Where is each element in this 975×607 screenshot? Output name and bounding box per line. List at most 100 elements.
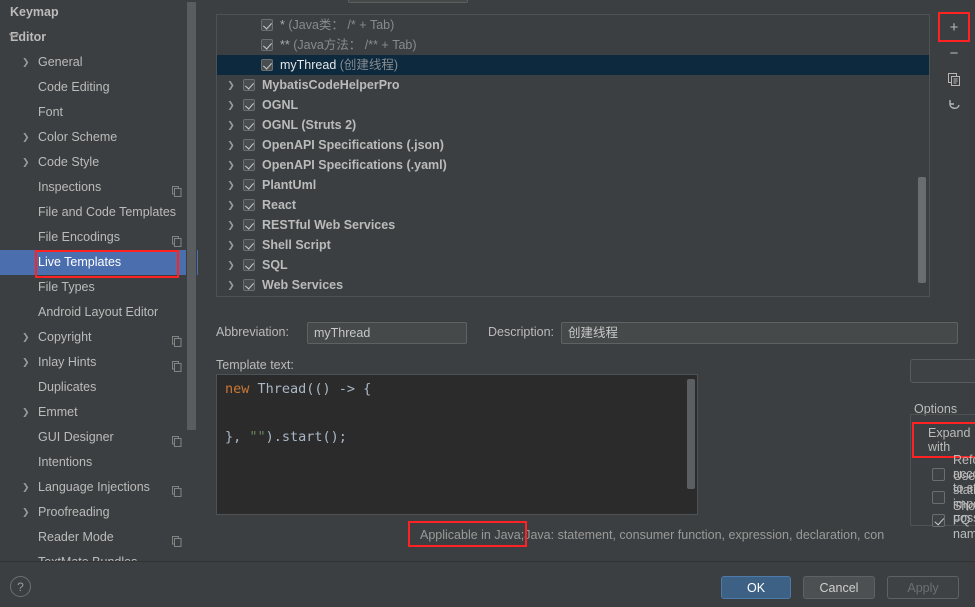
- revert-template-button[interactable]: [940, 92, 968, 118]
- sidebar-item-inspections[interactable]: Inspections: [0, 175, 198, 200]
- template-tree-row[interactable]: ** (Java方法： /** + Tab): [217, 35, 929, 55]
- chevron-right-icon[interactable]: ❯: [225, 95, 237, 115]
- sidebar-item-gui-designer[interactable]: GUI Designer: [0, 425, 198, 450]
- template-checkbox[interactable]: [261, 19, 273, 31]
- sidebar-item-copyright[interactable]: ❯ Copyright: [0, 325, 198, 350]
- template-checkbox[interactable]: [243, 179, 255, 191]
- templates-tree[interactable]: * (Java类： /* + Tab) ** (Java方法： /** + Tab…: [216, 14, 930, 297]
- sidebar-item-code-editing[interactable]: Code Editing: [0, 75, 198, 100]
- remove-template-button[interactable]: −: [940, 40, 968, 66]
- sidebar-item-label: Language Injections: [38, 480, 150, 494]
- chevron-right-icon[interactable]: ❯: [225, 115, 237, 135]
- sidebar-item-file-and-code-templates[interactable]: File and Code Templates: [0, 200, 198, 225]
- sidebar-list[interactable]: Keymap ❯ Editor ❯ General Code Editing Font ❯ Co…: [0, 0, 198, 561]
- chevron-right-icon[interactable]: ❯: [22, 125, 34, 150]
- template-text-editor[interactable]: new Thread(() -> { }, "").start();: [216, 374, 698, 515]
- sidebar-item-color-scheme[interactable]: ❯ Color Scheme: [0, 125, 198, 150]
- template-checkbox[interactable]: [243, 99, 255, 111]
- template-tree-row[interactable]: ❯ RESTful Web Services: [217, 215, 929, 235]
- template-checkbox[interactable]: [243, 219, 255, 231]
- chevron-right-icon[interactable]: ❯: [225, 255, 237, 275]
- template-tree-row[interactable]: myThread (创建线程): [217, 55, 929, 75]
- chevron-right-icon[interactable]: ❯: [225, 275, 237, 295]
- chevron-right-icon[interactable]: ❯: [22, 500, 34, 525]
- sidebar-item-reader-mode[interactable]: Reader Mode: [0, 525, 198, 550]
- template-checkbox[interactable]: [243, 119, 255, 131]
- option-checkbox-shorten-fq-names[interactable]: Shorten FQ names: [932, 499, 975, 541]
- description-input[interactable]: 创建线程: [561, 322, 958, 344]
- chevron-right-icon[interactable]: ❯: [225, 75, 237, 95]
- templates-toolbar[interactable]: + −: [938, 12, 970, 124]
- chevron-right-icon[interactable]: ❯: [225, 235, 237, 255]
- template-tree-row[interactable]: * (Java类： /* + Tab): [217, 15, 929, 35]
- chevron-right-icon[interactable]: ❯: [225, 175, 237, 195]
- template-tree-row[interactable]: ❯ React: [217, 195, 929, 215]
- abbreviation-input[interactable]: myThread: [307, 322, 467, 344]
- chevron-right-icon[interactable]: ❯: [22, 150, 34, 175]
- applicable-in-java-label: Applicable in Java;: [420, 528, 525, 542]
- sidebar-item-label: Emmet: [38, 405, 78, 419]
- sidebar-item-font[interactable]: Font: [0, 100, 198, 125]
- chevron-down-icon[interactable]: ❯: [2, 32, 27, 44]
- sidebar-item-proofreading[interactable]: ❯ Proofreading: [0, 500, 198, 525]
- template-tree-row[interactable]: ❯ PlantUml: [217, 175, 929, 195]
- sidebar-item-android-layout-editor[interactable]: Android Layout Editor: [0, 300, 198, 325]
- chevron-right-icon[interactable]: ❯: [22, 400, 34, 425]
- chevron-right-icon[interactable]: ❯: [225, 135, 237, 155]
- template-checkbox[interactable]: [261, 59, 273, 71]
- chevron-right-icon[interactable]: ❯: [225, 215, 237, 235]
- duplicate-template-button[interactable]: [940, 66, 968, 92]
- template-tree-row[interactable]: ❯ OpenAPI Specifications (.json): [217, 135, 929, 155]
- template-tree-row[interactable]: ❯ Web Services: [217, 275, 929, 295]
- sidebar-item-live-templates[interactable]: Live Templates: [0, 250, 198, 278]
- sidebar-item-keymap[interactable]: Keymap: [0, 0, 198, 25]
- chevron-right-icon[interactable]: ❯: [225, 195, 237, 215]
- template-tree-row[interactable]: ❯ Shell Script: [217, 235, 929, 255]
- add-template-button[interactable]: +: [938, 12, 970, 42]
- template-checkbox[interactable]: [243, 199, 255, 211]
- sidebar-item-emmet[interactable]: ❯ Emmet: [0, 400, 198, 425]
- sidebar-item-intentions[interactable]: Intentions: [0, 450, 198, 475]
- template-tree-row[interactable]: ❯ OGNL (Struts 2): [217, 115, 929, 135]
- chevron-right-icon[interactable]: ❯: [22, 475, 34, 500]
- template-checkbox[interactable]: [243, 79, 255, 91]
- sidebar-item-code-style[interactable]: ❯ Code Style: [0, 150, 198, 175]
- chevron-right-icon[interactable]: ❯: [22, 325, 34, 350]
- edit-variables-button[interactable]: Edit variables: [910, 359, 975, 383]
- sidebar-item-editor[interactable]: ❯ Editor: [0, 25, 198, 50]
- search-field-clipped[interactable]: [348, 0, 468, 3]
- template-checkbox[interactable]: [243, 259, 255, 271]
- sidebar-item-duplicates[interactable]: Duplicates: [0, 375, 198, 400]
- template-tree-row[interactable]: ❯ SQL: [217, 255, 929, 275]
- templates-tree-rows[interactable]: * (Java类： /* + Tab) ** (Java方法： /** + Tab…: [217, 15, 929, 295]
- ok-button[interactable]: OK: [721, 576, 791, 599]
- sidebar-item-textmate-bundles[interactable]: TextMate Bundles: [0, 550, 198, 561]
- settings-sidebar[interactable]: Keymap ❯ Editor ❯ General Code Editing Font ❯ Co…: [0, 0, 198, 561]
- chevron-right-icon[interactable]: ❯: [225, 155, 237, 175]
- sidebar-item-file-types[interactable]: File Types: [0, 275, 198, 300]
- template-checkbox[interactable]: [243, 159, 255, 171]
- sidebar-item-inlay-hints[interactable]: ❯ Inlay Hints: [0, 350, 198, 375]
- help-button[interactable]: ?: [10, 576, 31, 597]
- chevron-right-icon[interactable]: ❯: [22, 350, 34, 375]
- editor-scrollbar-thumb[interactable]: [687, 379, 695, 489]
- template-checkbox[interactable]: [243, 239, 255, 251]
- checkbox-box[interactable]: [932, 513, 945, 527]
- checkbox-box[interactable]: [932, 490, 945, 504]
- cancel-button[interactable]: Cancel: [803, 576, 875, 599]
- template-tree-row[interactable]: ❯ OGNL: [217, 95, 929, 115]
- sidebar-item-language-injections[interactable]: ❯ Language Injections: [0, 475, 198, 500]
- apply-button[interactable]: Apply: [887, 576, 959, 599]
- applicable-context-text[interactable]: Applicable in Java;Java: statement, cons…: [412, 524, 915, 546]
- sidebar-item-general[interactable]: ❯ General: [0, 50, 198, 75]
- sidebar-scrollbar-thumb[interactable]: [187, 2, 196, 430]
- template-checkbox[interactable]: [243, 279, 255, 291]
- checkbox-box[interactable]: [932, 467, 945, 481]
- templates-tree-scrollbar-thumb[interactable]: [918, 177, 926, 283]
- template-tree-row[interactable]: ❯ OpenAPI Specifications (.yaml): [217, 155, 929, 175]
- template-tree-row[interactable]: ❯ MybatisCodeHelperPro: [217, 75, 929, 95]
- sidebar-item-file-encodings[interactable]: File Encodings: [0, 225, 198, 250]
- chevron-right-icon[interactable]: ❯: [22, 50, 34, 75]
- template-checkbox[interactable]: [261, 39, 273, 51]
- template-checkbox[interactable]: [243, 139, 255, 151]
